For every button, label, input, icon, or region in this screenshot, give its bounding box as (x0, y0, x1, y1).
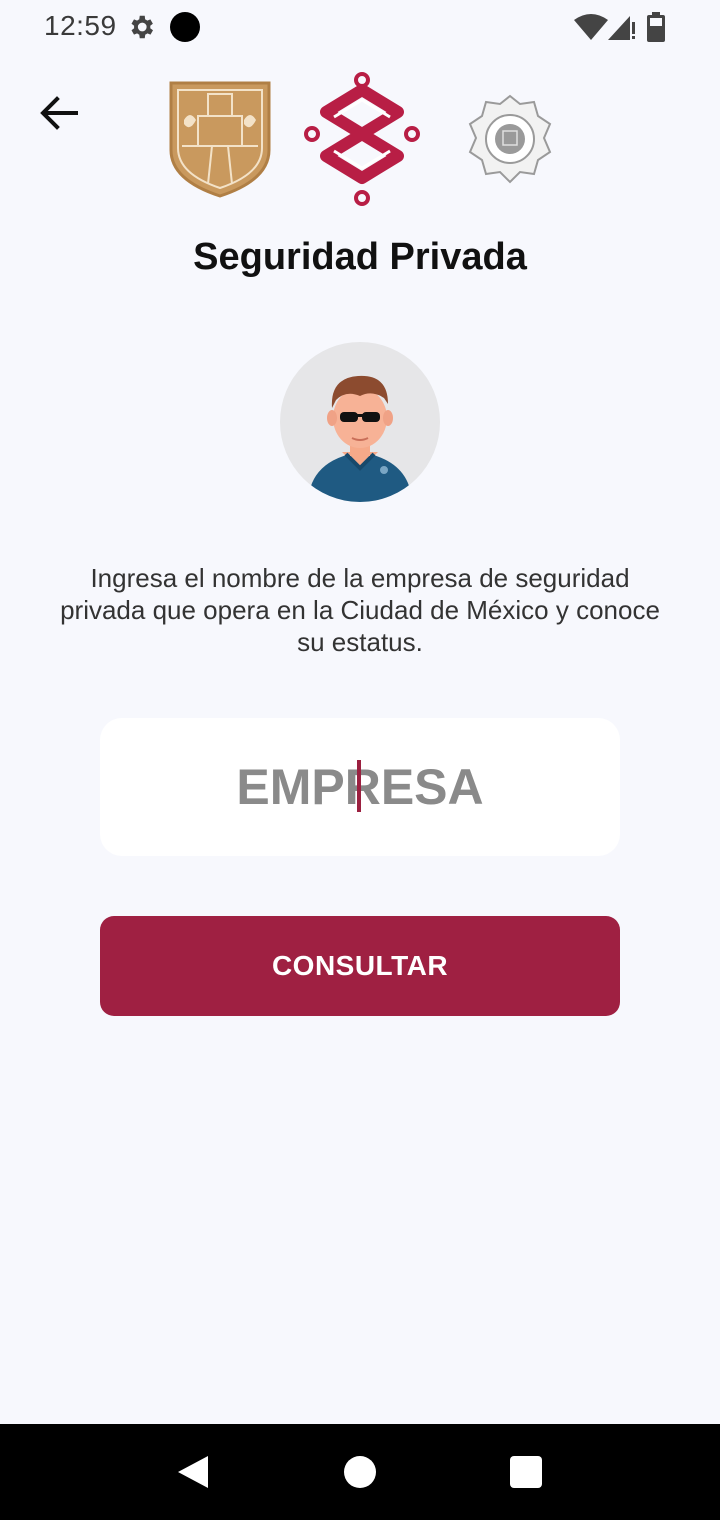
back-arrow-icon[interactable] (36, 90, 82, 136)
police-badge-logo (468, 94, 552, 184)
cdmx-knot-logo (304, 72, 420, 206)
status-bar: 12:59 (0, 0, 720, 56)
security-guard-avatar (280, 342, 440, 502)
gear-icon (131, 15, 153, 39)
system-nav-bar (0, 1424, 720, 1520)
nav-home-icon[interactable] (344, 1456, 376, 1488)
signal-icon (608, 16, 635, 40)
nav-back-icon[interactable] (176, 1454, 210, 1490)
page-title: Seguridad Privada (193, 236, 527, 278)
battery-icon (647, 12, 665, 42)
status-time: 12:59 (44, 10, 117, 41)
consult-button[interactable]: CONSULTAR (100, 916, 620, 1016)
text-caret (357, 760, 361, 812)
dot-icon (170, 12, 200, 42)
wifi-icon (574, 14, 608, 40)
nav-recent-icon[interactable] (510, 1456, 542, 1488)
cdmx-shield-logo (169, 81, 271, 198)
description-text: Ingresa el nombre de la empresa de segur… (60, 563, 660, 657)
guard-illustration (308, 375, 412, 502)
screen: 12:59 Seguridad Privada Ingresa el nombr… (0, 0, 720, 1520)
